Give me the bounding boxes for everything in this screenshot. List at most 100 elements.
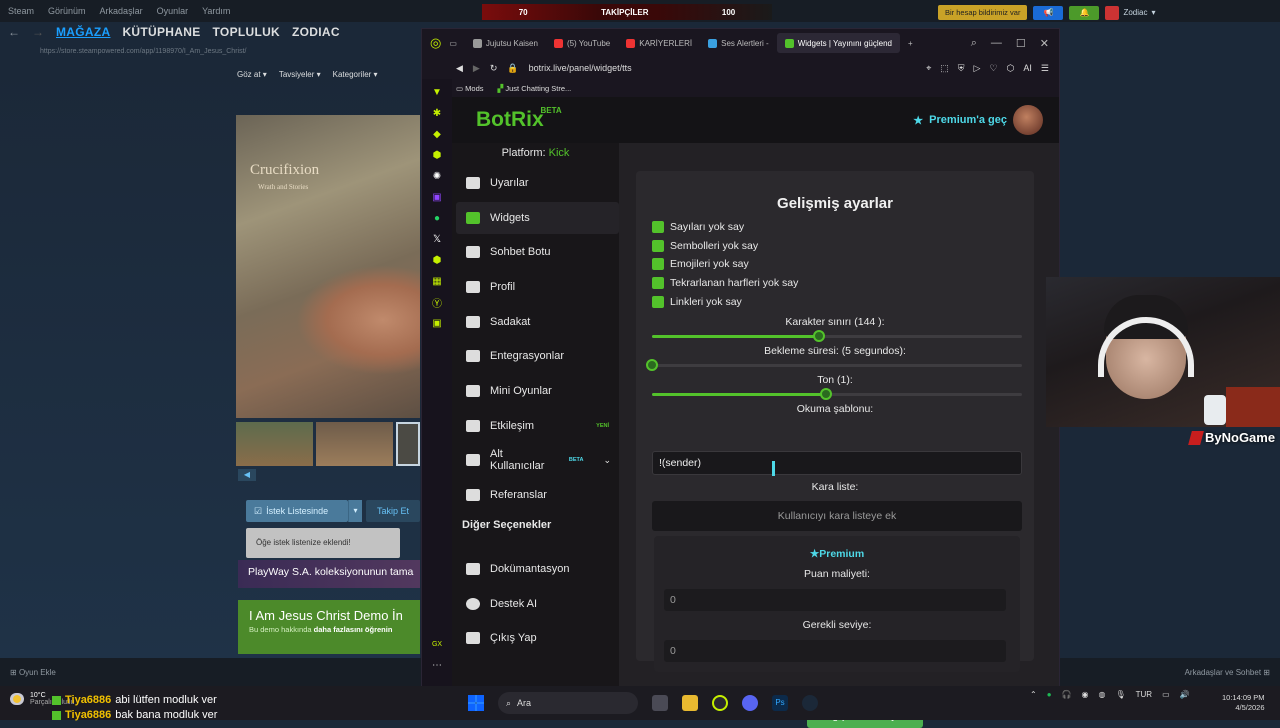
spotify-icon[interactable]: ● (1047, 690, 1052, 699)
sidebar-square-icon[interactable]: ▣ (430, 316, 444, 330)
nav-community[interactable]: TOPLULUK (213, 25, 281, 39)
user-avatar[interactable] (1013, 105, 1043, 135)
user-menu[interactable]: Zodiac ▾ (1105, 5, 1155, 20)
file-explorer-icon[interactable] (682, 695, 698, 711)
store-menu-recommendations[interactable]: Tavsiyeler ▾ (279, 70, 321, 84)
game-screenshot[interactable] (236, 115, 420, 418)
checkbox-box[interactable] (652, 296, 664, 308)
pin-icon[interactable]: ⌖ (926, 63, 931, 74)
microphone-icon[interactable]: 🎙 (1115, 690, 1125, 699)
tab-sound-alerts[interactable]: Ses Alertleri - (700, 33, 777, 53)
wishlist-dropdown-icon[interactable]: ▾ (348, 500, 362, 522)
heart-icon[interactable]: ♡ (989, 63, 997, 74)
steam-menu-friends[interactable]: Arkadaşlar (100, 6, 143, 16)
windows-start-icon[interactable] (468, 695, 484, 711)
wishlist-button[interactable]: ☑ İstek Listesinde (246, 500, 348, 522)
cost-input[interactable]: 0 (664, 589, 1006, 611)
add-game-button[interactable]: ⊞ Oyun Ekle (10, 668, 56, 677)
nav-sub-users[interactable]: Alt Kullanıcılar BETA ⌄ (456, 444, 619, 476)
taskbar-search[interactable]: ⌕ Ara (498, 692, 638, 714)
url-field[interactable]: botrix.live/panel/widget/tts (529, 63, 632, 73)
store-menu-categories[interactable]: Kategoriler ▾ (333, 70, 378, 84)
slider-handle[interactable] (819, 388, 832, 400)
report-notice-button[interactable]: Bir hesap bildirimiz var (938, 5, 1028, 20)
tray-app-icon[interactable]: ◉ (1082, 690, 1089, 699)
follow-button[interactable]: Takip Et (366, 500, 420, 522)
nav-interaction[interactable]: Etkileşim YENİ (456, 410, 619, 442)
demo-learn-more-link[interactable]: daha fazlasını öğrenin (314, 625, 393, 634)
sidebar-diamond-icon[interactable]: ◆ (430, 127, 444, 141)
collection-banner[interactable]: PlayWay S.A. koleksiyonunun tama (238, 560, 420, 588)
photoshop-icon[interactable]: Ps (772, 695, 788, 711)
premium-upgrade-button[interactable]: ★ Premium'a geç (913, 105, 1043, 135)
sidebar-gx-icon[interactable]: ✱ (430, 106, 444, 120)
play-icon[interactable]: ▷ (974, 63, 981, 74)
sidebar-y-icon[interactable]: Ⓨ (430, 295, 444, 310)
gx-text-icon[interactable]: GX (430, 637, 444, 651)
nav-mini-games[interactable]: Mini Oyunlar (456, 375, 619, 407)
more-icon[interactable]: ⋯ (430, 658, 444, 672)
search-icon[interactable]: ⌕ (971, 37, 977, 50)
x-icon[interactable]: 𝕏 (430, 232, 444, 246)
demo-box[interactable]: I Am Jesus Christ Demo İn Bu demo hakkın… (238, 600, 420, 654)
network-icon[interactable]: ▭ (1162, 690, 1170, 699)
slider-handle[interactable] (646, 359, 658, 371)
nav-docs[interactable]: Dokümantasyon (456, 553, 619, 585)
nav-alerts[interactable]: Uyarılar (456, 167, 619, 199)
tab-widgets[interactable]: Widgets | Yayınını güçlend (776, 33, 900, 53)
new-tab-icon[interactable]: + (900, 39, 921, 48)
nav-store[interactable]: MAĞAZA (56, 25, 110, 39)
ignore-emojis-checkbox[interactable]: Emojileri yok say (652, 258, 749, 270)
whatsapp-icon[interactable]: ● (430, 211, 444, 225)
thumbnail-selected[interactable] (396, 422, 420, 466)
tab-stack-icon[interactable]: ▭ (449, 39, 465, 48)
shield-icon[interactable]: ⛨ (958, 63, 965, 74)
steam-menu-help[interactable]: Yardım (202, 6, 230, 16)
clock[interactable]: 10:14:09 PM 4/5/2026 (1222, 693, 1265, 713)
reload-icon[interactable]: ↻ (490, 63, 498, 74)
botrix-logo[interactable]: BotRix BETA (476, 106, 562, 132)
tray-steam-icon[interactable]: ◍ (1099, 690, 1106, 699)
nav-library[interactable]: KÜTÜPHANE (122, 25, 200, 39)
chatgpt-icon[interactable]: ✺ (430, 169, 444, 183)
tone-slider[interactable] (652, 388, 1022, 400)
ignore-links-checkbox[interactable]: Linkleri yok say (652, 296, 742, 308)
nav-integrations[interactable]: Entegrasyonlar (456, 340, 619, 372)
discord-icon[interactable] (742, 695, 758, 711)
steam-taskbar-icon[interactable] (802, 695, 818, 711)
twitch-icon[interactable]: ▣ (430, 190, 444, 204)
nav-profile[interactable]: ZODIAC (292, 25, 340, 39)
template-input[interactable]: !(sender) (652, 451, 1022, 475)
snapshot-icon[interactable]: ⬚ (940, 63, 949, 74)
opera-gx-icon[interactable]: ◎ (422, 35, 449, 51)
nav-widgets[interactable]: Widgets (456, 202, 619, 234)
ai-icon[interactable]: AI (1023, 63, 1032, 74)
nav-referrals[interactable]: Referanslar (456, 479, 619, 511)
nav-profile[interactable]: Profil (456, 271, 619, 303)
tab-youtube[interactable]: (5) YouTube (546, 33, 618, 53)
volume-icon[interactable]: 🔊 (1180, 690, 1190, 699)
nav-logout[interactable]: Çıkış Yap (456, 622, 619, 654)
sidebar-hex2-icon[interactable]: ⬢ (430, 253, 444, 267)
thumb-scroll-left-icon[interactable]: ◀ (238, 469, 256, 481)
tab-careers[interactable]: KARİYERLERİ (618, 33, 700, 53)
task-view-icon[interactable] (652, 695, 668, 711)
steam-menu-games[interactable]: Oyunlar (157, 6, 189, 16)
thumbnail[interactable] (236, 422, 314, 466)
back-icon[interactable]: ◀ (456, 63, 463, 74)
store-menu-browse[interactable]: Göz at ▾ (237, 70, 267, 84)
steam-menu-steam[interactable]: Steam (8, 6, 34, 16)
nav-support-ai[interactable]: Destek AI (456, 588, 619, 620)
language-indicator[interactable]: TUR (1136, 690, 1152, 699)
checkbox-box[interactable] (652, 277, 664, 289)
ignore-symbols-checkbox[interactable]: Sembolleri yok say (652, 240, 758, 252)
close-icon[interactable]: ✕ (1040, 37, 1049, 50)
forward-arrow-icon[interactable]: → (32, 25, 44, 39)
nav-chat-bot[interactable]: Sohbet Botu (456, 236, 619, 268)
megaphone-icon[interactable]: 📢 (1033, 5, 1064, 20)
bookmark-just-chatting[interactable]: ▞ Just Chatting Stre... (498, 84, 572, 93)
level-input[interactable]: 0 (664, 640, 1006, 662)
steam-menu-view[interactable]: Görünüm (48, 6, 86, 16)
nav-loyalty[interactable]: Sadakat (456, 306, 619, 338)
bell-icon[interactable]: 🔔 (1069, 5, 1100, 20)
